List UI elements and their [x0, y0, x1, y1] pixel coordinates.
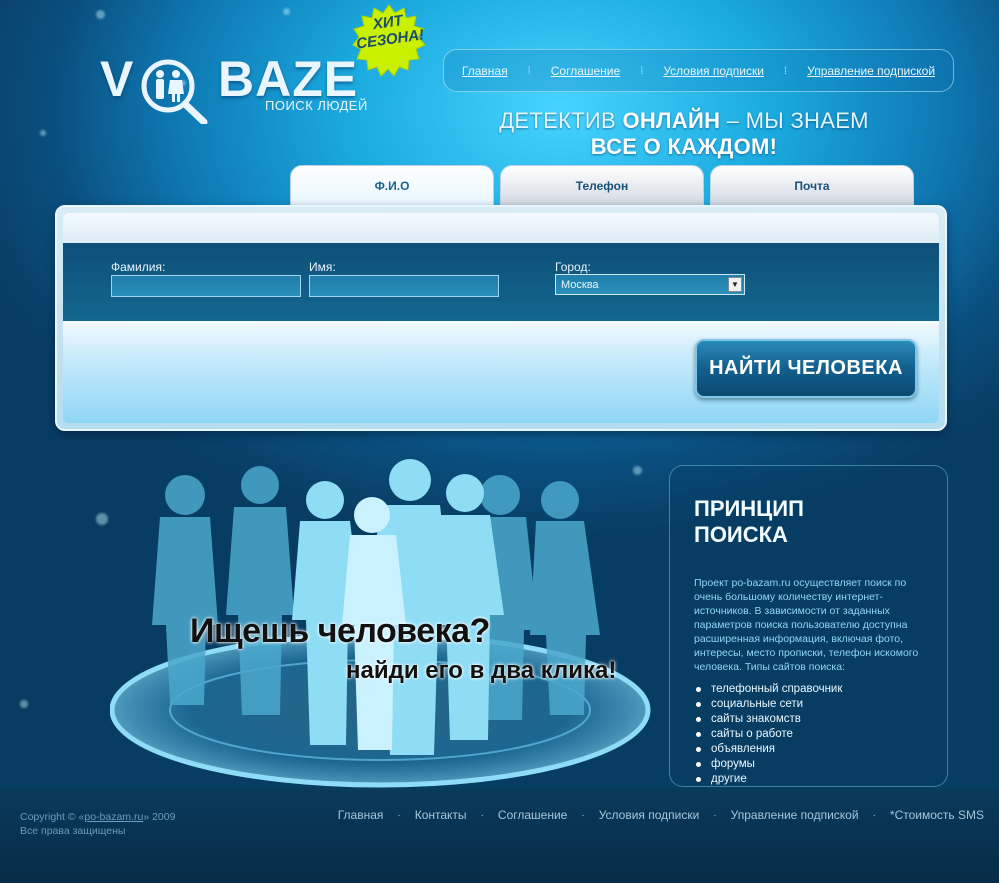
site-types-list: телефонный справочник социальные сети са… [694, 682, 923, 787]
bokeh-light [20, 700, 28, 708]
copyright-site-link[interactable]: po-bazam.ru [84, 811, 143, 823]
nav-separator: · [713, 809, 717, 821]
tab-phone[interactable]: Телефон [500, 165, 704, 207]
nav-separator: ⁞ [527, 64, 531, 77]
tab-email[interactable]: Почта [710, 165, 914, 207]
list-item: сайты о работе [694, 727, 923, 742]
footer-link-sms-cost[interactable]: *Стоимость SMS [890, 808, 984, 822]
footer-link-agreement[interactable]: Соглашение [498, 808, 567, 822]
tagline-part4: ВСЕ О КАЖДОМ! [590, 134, 778, 159]
nav-separator: · [872, 809, 876, 821]
copyright-prefix: Copyright © « [20, 811, 85, 823]
info-title: ПРИНЦИП ПОИСКА [694, 496, 923, 548]
surname-input[interactable] [111, 275, 301, 297]
nav-separator: · [397, 809, 401, 821]
top-nav: Главная ⁞ Соглашение ⁞ Условия подписки … [443, 49, 954, 92]
tagline-part1: ДЕТЕКТИВ [499, 108, 623, 133]
city-select[interactable]: Москва ▼ [555, 274, 745, 295]
footer-link-contacts[interactable]: Контакты [415, 808, 467, 822]
info-description: Проект po-bazam.ru осуществляет поиск по… [694, 577, 919, 673]
list-item: другие [694, 772, 923, 787]
city-select-value: Москва [561, 278, 599, 291]
bokeh-light [40, 130, 46, 136]
footer-link-subscription-management[interactable]: Управление подпиской [731, 808, 859, 822]
bokeh-light [96, 10, 105, 19]
magnifier-people-icon [141, 59, 208, 124]
topnav-link-agreement[interactable]: Соглашение [551, 64, 620, 78]
name-input[interactable] [309, 275, 499, 297]
list-item: телефонный справочник [694, 682, 923, 697]
tab-fio[interactable]: Ф.И.О [290, 165, 494, 207]
nav-separator: · [480, 809, 484, 821]
bokeh-light [283, 8, 290, 15]
site-logo[interactable]: V BAZE ПОИСК ЛЮДЕЙ [100, 40, 370, 130]
list-item: социальные сети [694, 697, 923, 712]
nav-separator: ⁞ [783, 64, 788, 77]
tagline-part3: – МЫ ЗНАЕМ [720, 108, 869, 133]
tagline-part2: ОНЛАЙН [622, 108, 721, 133]
footer-nav: Главная · Контакты · Соглашение · Услови… [338, 808, 984, 822]
footer-link-home[interactable]: Главная [338, 808, 384, 822]
topnav-link-subscription-management[interactable]: Управление подпиской [807, 64, 935, 78]
list-item: форумы [694, 757, 923, 772]
topnav-link-subscription-terms[interactable]: Условия подписки [663, 64, 764, 78]
promo-slogan-sub: найди его в два клика! [346, 657, 617, 684]
name-label: Имя: [309, 260, 336, 274]
promo-slogan-main: Ищешь человека? [190, 612, 490, 650]
find-person-button[interactable]: НАЙТИ ЧЕЛОВЕКА [695, 339, 917, 398]
dropdown-arrow-icon[interactable]: ▼ [728, 277, 742, 292]
info-title-line2: ПОИСКА [694, 522, 788, 547]
list-item: сайты знакомств [694, 712, 923, 727]
bokeh-light [96, 513, 108, 525]
surname-label: Фамилия: [111, 260, 166, 274]
copyright: Copyright © «po-bazam.ru» 2009 Все права… [20, 810, 175, 838]
topnav-link-home[interactable]: Главная [462, 64, 508, 78]
city-label: Город: [555, 260, 591, 274]
list-item: объявления [694, 742, 923, 757]
panel-top-strip [63, 213, 939, 245]
nav-separator: · [581, 809, 585, 821]
search-principle-box: ПРИНЦИП ПОИСКА Проект po-bazam.ru осущес… [669, 465, 948, 787]
nav-separator: ⁞ [640, 64, 644, 77]
copyright-suffix: » 2009 [143, 811, 176, 823]
footer-link-subscription-terms[interactable]: Условия подписки [599, 808, 700, 822]
logo-subtitle: ПОИСК ЛЮДЕЙ [265, 98, 368, 113]
rights-reserved: Все права защищены [20, 825, 126, 837]
logo-letter-v: V [100, 51, 135, 107]
tagline: ДЕТЕКТИВ ОНЛАЙН – МЫ ЗНАЕМ ВСЕ О КАЖДОМ! [474, 108, 894, 160]
info-title-line1: ПРИНЦИП [694, 496, 804, 521]
